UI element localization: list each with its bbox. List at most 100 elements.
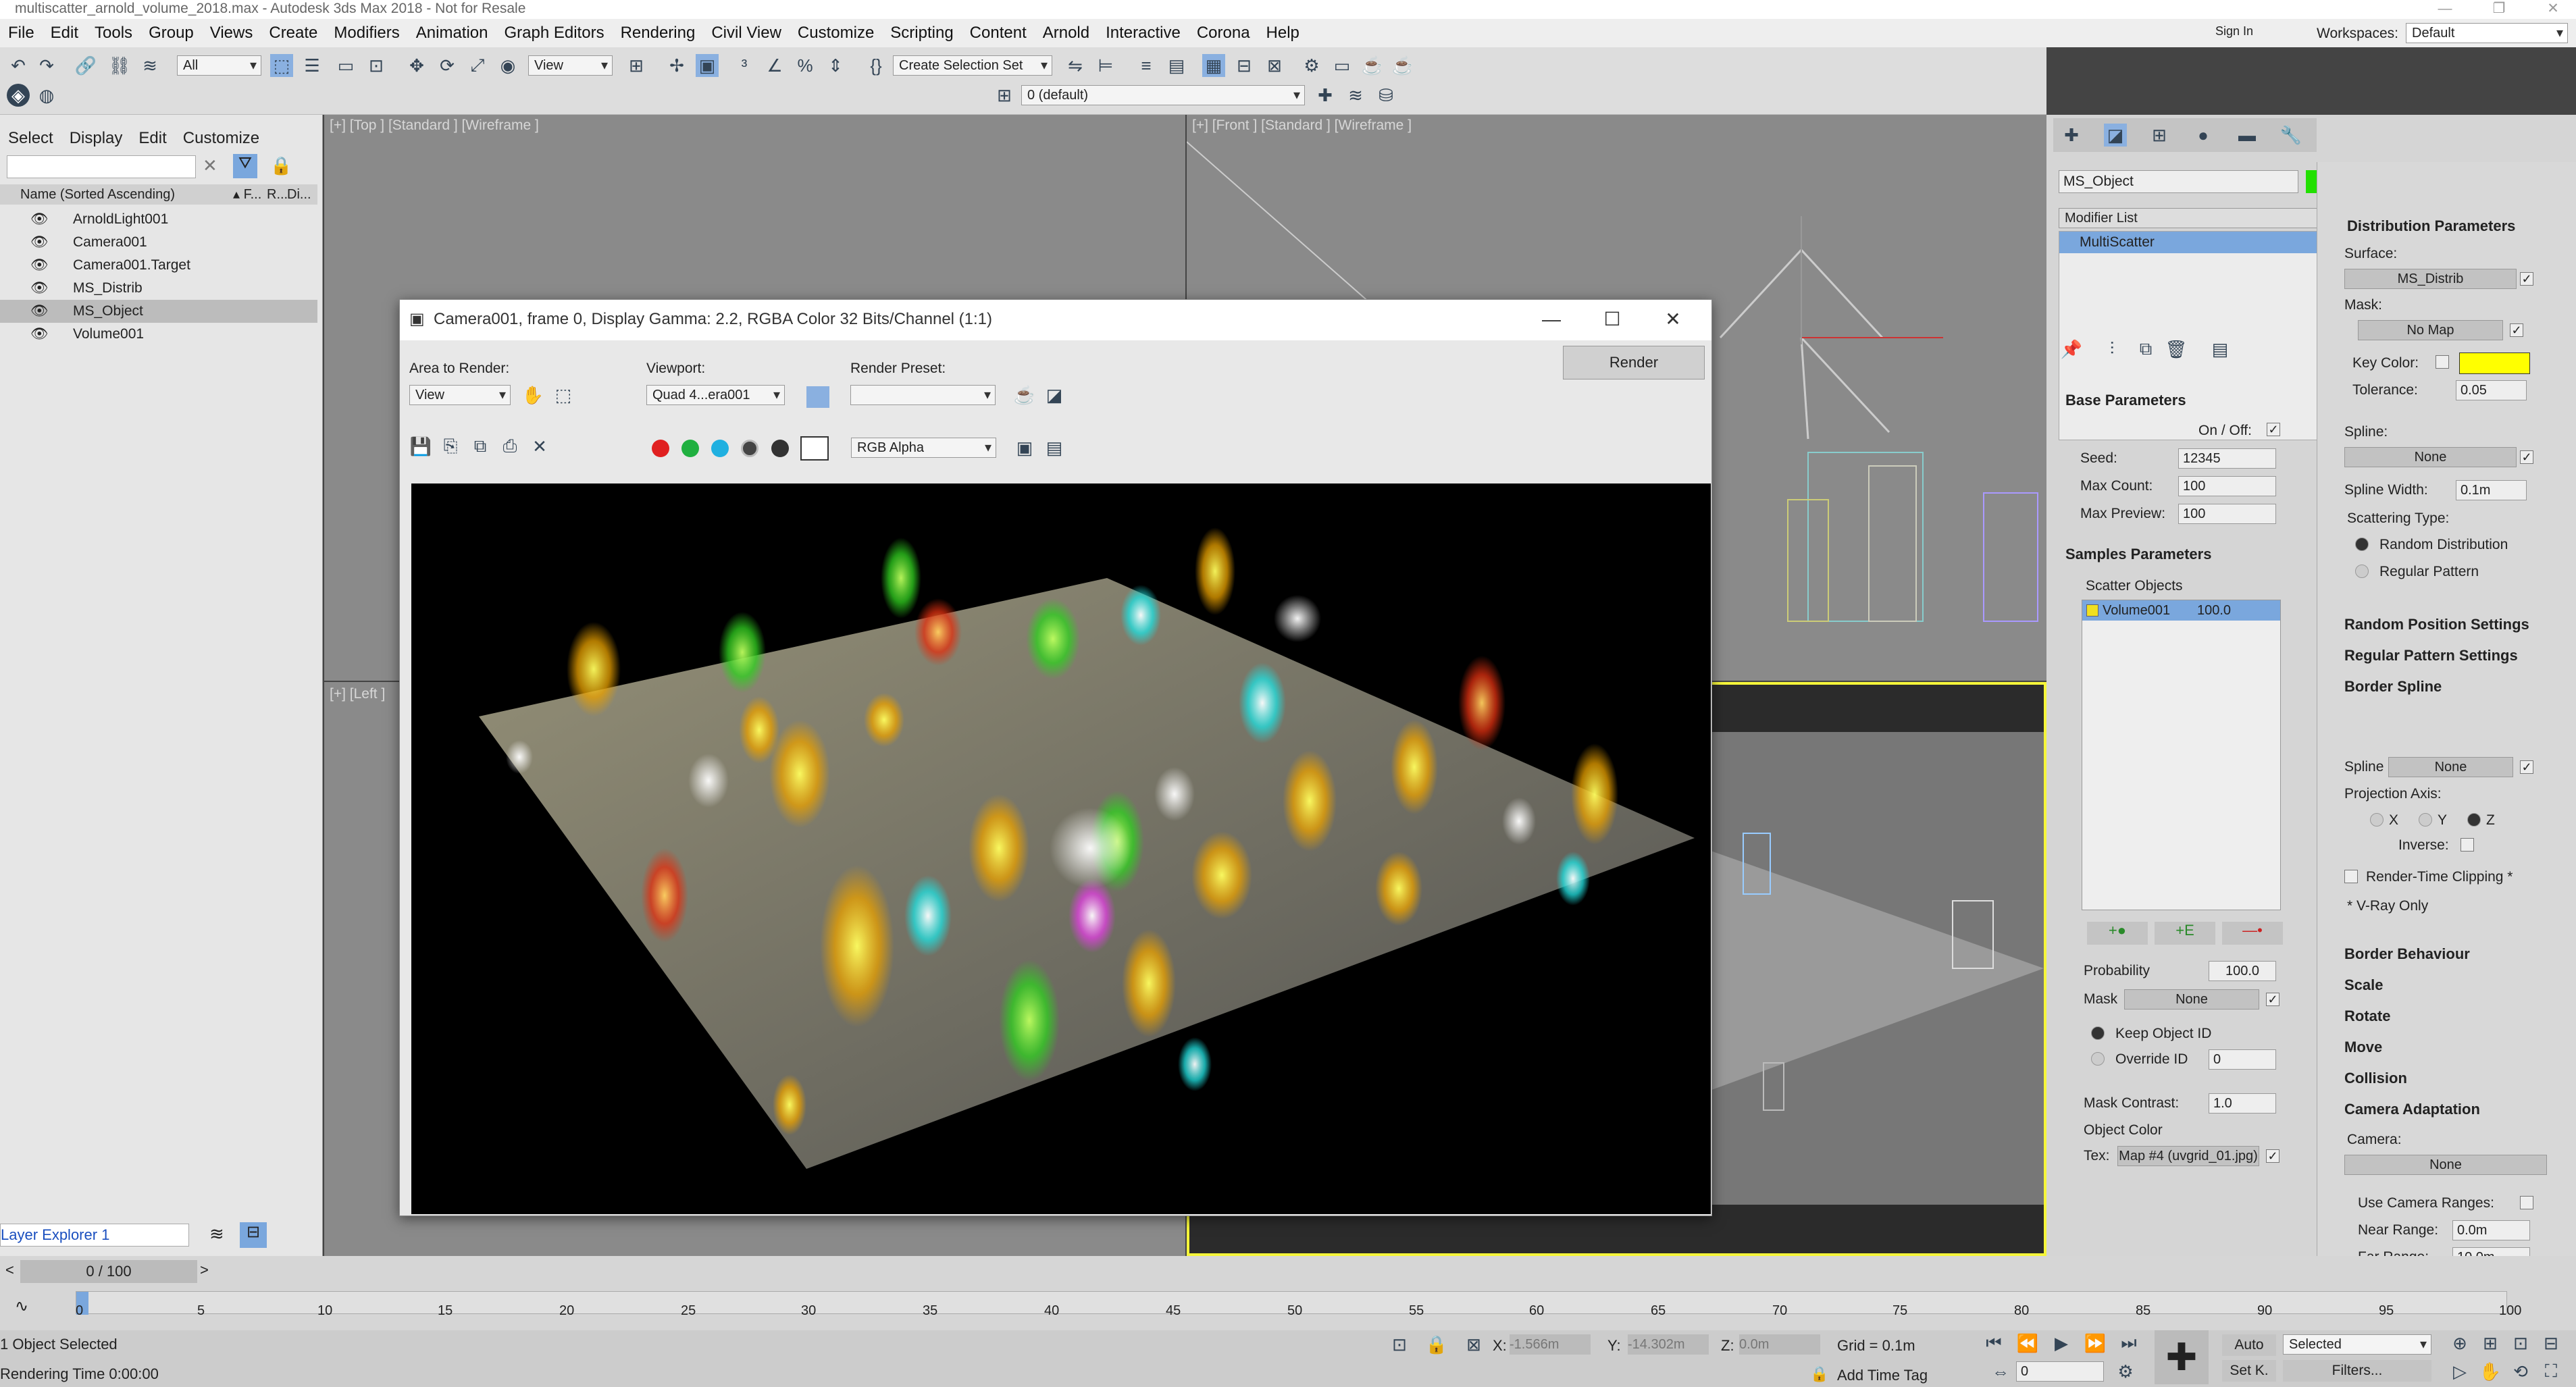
prev-frame-icon[interactable]: < xyxy=(5,1261,14,1279)
print-icon[interactable]: ⎙ xyxy=(498,435,521,458)
key-filter-dropdown[interactable]: Selected xyxy=(2283,1334,2431,1355)
filter-icon[interactable]: ⛛ xyxy=(233,154,257,178)
sign-in-menu[interactable]: Sign In xyxy=(2215,24,2253,38)
mask-map-button[interactable]: No Map xyxy=(2358,320,2503,340)
add-to-layer-icon[interactable]: ✚ xyxy=(1314,84,1337,107)
base-parameters-header[interactable]: Base Parameters xyxy=(2065,392,2186,409)
curve-editor-icon[interactable]: ▦ xyxy=(1202,54,1225,77)
key-filters-button[interactable]: Filters... xyxy=(2283,1360,2431,1382)
mask-checkbox[interactable]: ✓ xyxy=(2266,993,2279,1006)
axis-x-radio[interactable] xyxy=(2370,813,2384,827)
zoom-extents-all-icon[interactable]: ⊟ xyxy=(2540,1332,2562,1355)
pan-icon[interactable]: ✋ xyxy=(2479,1360,2502,1383)
green-channel-icon[interactable] xyxy=(681,440,699,457)
tex-checkbox[interactable]: ✓ xyxy=(2266,1149,2279,1163)
select-manipulate-icon[interactable]: ✢ xyxy=(665,54,688,77)
monochrome-icon[interactable] xyxy=(771,440,789,457)
copy-image-icon[interactable]: ⎘ xyxy=(439,435,462,458)
bind-space-warp-icon[interactable]: ≋ xyxy=(138,54,161,77)
col-name[interactable]: Name (Sorted Ascending) xyxy=(20,184,175,205)
previous-frame-icon[interactable]: ⏪ xyxy=(2016,1332,2039,1355)
menu-help[interactable]: Help xyxy=(1258,19,1308,47)
ribbon-icon[interactable]: ▤ xyxy=(1165,54,1188,77)
show-end-result-icon[interactable]: ⫶ xyxy=(2101,338,2123,361)
layer-manager-icon[interactable]: ≡ xyxy=(1135,54,1158,77)
pivot-icon[interactable]: ⊞ xyxy=(625,54,648,77)
zoom-icon[interactable]: ⊕ xyxy=(2448,1332,2471,1355)
seed-spinner[interactable]: 12345 xyxy=(2178,448,2276,469)
clear-icon[interactable]: ✕ xyxy=(528,435,551,458)
next-frame-icon[interactable]: > xyxy=(200,1261,209,1279)
axis-y-radio[interactable] xyxy=(2419,813,2432,827)
named-selection-dropdown[interactable]: Create Selection Set xyxy=(893,55,1052,76)
pin-stack-icon[interactable]: 📌 xyxy=(2060,338,2083,361)
key-mode-icon[interactable]: ⇔ xyxy=(1989,1360,2012,1383)
auto-key-button[interactable]: Auto xyxy=(2222,1334,2276,1356)
spline-checkbox[interactable]: ✓ xyxy=(2520,450,2533,464)
inverse-checkbox[interactable] xyxy=(2461,838,2474,852)
eye-icon[interactable]: 👁 xyxy=(30,300,49,323)
camera-button[interactable]: None xyxy=(2344,1155,2547,1175)
render-frame-window-icon[interactable]: ▭ xyxy=(1331,54,1354,77)
close-icon[interactable]: ✕ xyxy=(2526,0,2576,18)
next-frame-icon[interactable]: ⏩ xyxy=(2084,1332,2107,1355)
modifier-list-dropdown[interactable]: Modifier List xyxy=(2059,208,2329,228)
scale-icon[interactable]: ⤢ xyxy=(466,54,489,77)
motion-tab-icon[interactable]: ● xyxy=(2192,124,2215,147)
random-distribution-radio[interactable] xyxy=(2355,538,2369,551)
rotate-icon[interactable]: ⟳ xyxy=(436,54,459,77)
minimize-icon[interactable]: — xyxy=(2418,0,2472,18)
snaps-toggle-icon[interactable]: ³ xyxy=(733,54,756,77)
regular-pattern-settings-header[interactable]: Regular Pattern Settings xyxy=(2344,647,2518,664)
axis-z-radio[interactable] xyxy=(2467,813,2481,827)
rectangular-selection-icon[interactable]: ▭ xyxy=(334,54,357,77)
modifier-stack-item[interactable]: MultiScatter xyxy=(2059,232,2328,253)
list-item[interactable]: 👁 Volume001 xyxy=(0,323,317,346)
play-icon[interactable]: ▶ xyxy=(2050,1332,2073,1355)
spline-button[interactable]: None xyxy=(2344,447,2517,467)
override-id-spinner[interactable]: 0 xyxy=(2209,1049,2276,1070)
eye-icon[interactable]: 👁 xyxy=(30,254,49,277)
spinner-snap-icon[interactable]: ⇕ xyxy=(824,54,847,77)
list-item[interactable]: 👁 MS_Distrib xyxy=(0,277,317,300)
time-tag-lock-icon[interactable]: 🔒 xyxy=(1810,1365,1828,1383)
render-production-icon[interactable]: ☕ xyxy=(1391,54,1414,77)
list-item[interactable]: Volume001 100.0 xyxy=(2082,600,2280,621)
menu-customize[interactable]: Customize xyxy=(790,19,882,47)
scale-header[interactable]: Scale xyxy=(2344,976,2384,994)
clone-window-icon[interactable]: ⧉ xyxy=(469,435,492,458)
near-range-spinner[interactable]: 0.0m xyxy=(2452,1220,2530,1240)
eye-icon[interactable]: 👁 xyxy=(30,277,49,300)
menu-create[interactable]: Create xyxy=(261,19,326,47)
list-item[interactable]: 👁 MS_Object xyxy=(0,300,317,323)
render-preset-dropdown[interactable] xyxy=(850,385,996,405)
maximize-icon[interactable]: ☐ xyxy=(1582,300,1643,339)
undo-icon[interactable]: ↶ xyxy=(7,54,30,77)
tex-map-button[interactable]: Map #4 (uvgrid_01.jpg) xyxy=(2117,1146,2259,1166)
camera-adaptation-header[interactable]: Camera Adaptation xyxy=(2344,1101,2480,1118)
auto-region-icon[interactable]: ⬚ xyxy=(552,384,575,407)
selection-filter-dropdown[interactable]: All xyxy=(177,55,261,76)
orbit-icon[interactable]: ⟲ xyxy=(2509,1360,2532,1383)
percent-snap-icon[interactable]: % xyxy=(794,54,817,77)
arnold-logo-icon[interactable]: ◍ xyxy=(35,84,58,107)
reference-coordinate-dropdown[interactable]: View xyxy=(528,55,613,76)
menu-file[interactable]: File xyxy=(0,19,43,47)
set-key-button[interactable]: Set K. xyxy=(2222,1360,2276,1382)
layer-explorer-dropdown[interactable]: Layer Explorer 1 xyxy=(0,1224,189,1247)
menu-civil-view[interactable]: Civil View xyxy=(703,19,790,47)
viewport-label[interactable]: [+] [Top ] [Standard ] [Wireframe ] xyxy=(330,117,539,134)
maximize-icon[interactable]: ❐ xyxy=(2472,0,2526,18)
field-of-view-icon[interactable]: ▷ xyxy=(2448,1360,2471,1383)
lock-icon[interactable]: 🔒 xyxy=(270,155,292,176)
layer-explorer-icon[interactable]: ⊞ xyxy=(993,84,1016,107)
curve-editor-toggle-icon[interactable]: ∿ xyxy=(15,1297,28,1316)
menu-animation[interactable]: Animation xyxy=(408,19,496,47)
close-icon[interactable]: ✕ xyxy=(1643,300,1703,339)
collision-header[interactable]: Collision xyxy=(2344,1070,2407,1087)
menu-arnold[interactable]: Arnold xyxy=(1035,19,1098,47)
mirror-icon[interactable]: ⇋ xyxy=(1064,54,1087,77)
y-coordinate[interactable]: -14.302m xyxy=(1628,1334,1709,1355)
menu-graph-editors[interactable]: Graph Editors xyxy=(496,19,613,47)
move-icon[interactable]: ✥ xyxy=(405,54,428,77)
